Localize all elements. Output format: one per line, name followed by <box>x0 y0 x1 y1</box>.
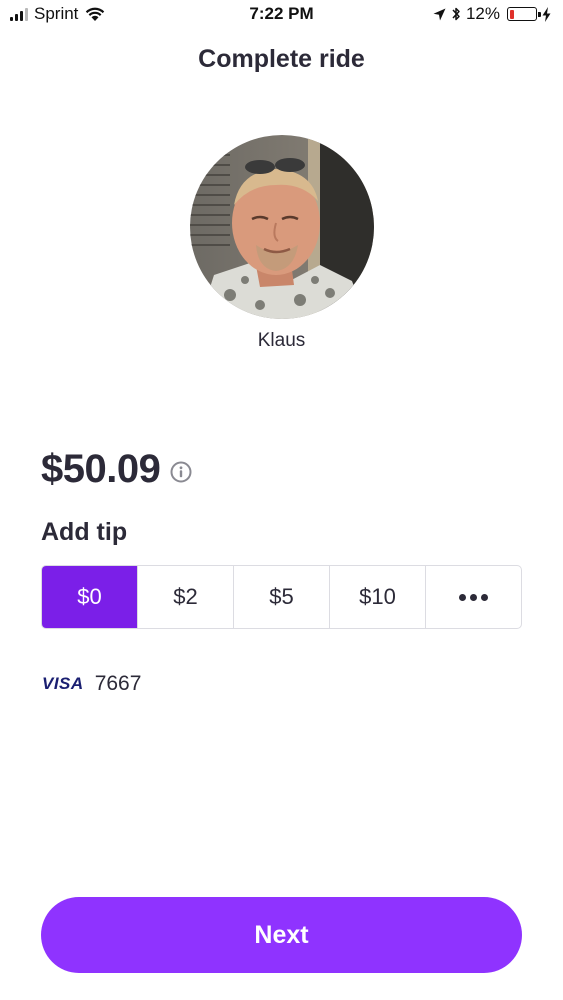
tip-option-5[interactable]: $5 <box>233 566 329 628</box>
charging-bolt-icon <box>542 6 551 22</box>
more-dots-icon <box>459 593 488 601</box>
driver-avatar <box>190 135 374 319</box>
visa-logo-icon: VISA <box>42 674 84 693</box>
page-title: Complete ride <box>198 45 365 73</box>
status-bar: Sprint 7:22 PM 12% <box>0 0 563 30</box>
driver-name: Klaus <box>257 330 306 351</box>
next-button[interactable]: Next <box>41 897 522 973</box>
tip-option-more[interactable] <box>425 566 521 628</box>
tip-option-10[interactable]: $10 <box>329 566 425 628</box>
info-icon[interactable] <box>170 461 192 483</box>
tip-selector: $0 $2 $5 $10 <box>41 565 522 629</box>
battery-icon <box>507 7 541 21</box>
battery-percent: 12% <box>465 4 500 23</box>
bluetooth-icon <box>452 7 460 21</box>
fare-row: $50.09 <box>41 447 192 492</box>
location-arrow-icon <box>433 8 446 20</box>
driver-photo <box>190 135 374 319</box>
fare-amount: $50.09 <box>41 447 161 491</box>
status-right: 12% <box>433 4 551 24</box>
payment-method[interactable]: VISA 7667 <box>42 672 141 696</box>
tip-option-2[interactable]: $2 <box>137 566 233 628</box>
tip-option-0[interactable]: $0 <box>42 566 137 628</box>
add-tip-heading: Add tip <box>41 518 128 546</box>
card-last-four: 7667 <box>94 672 142 695</box>
